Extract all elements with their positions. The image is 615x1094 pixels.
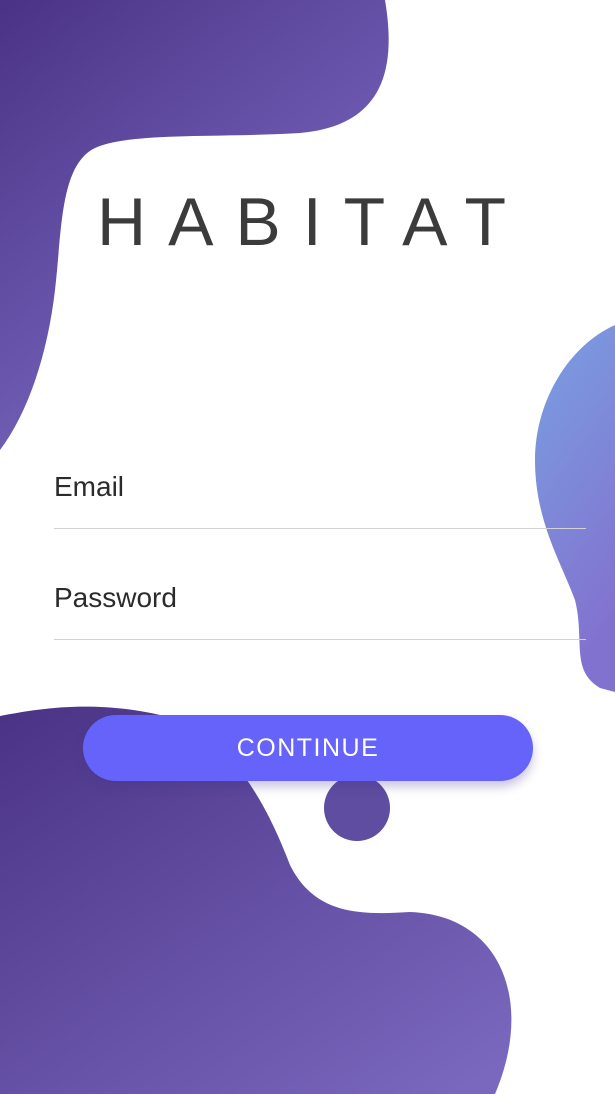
continue-button[interactable]: CONTINUE [83,715,533,781]
login-screen: HABITAT CONTINUE [0,0,615,1094]
email-field[interactable] [54,464,586,528]
app-title: HABITAT [96,184,529,260]
email-field-container [54,464,586,529]
password-field-container [54,575,586,640]
password-field[interactable] [54,575,586,639]
